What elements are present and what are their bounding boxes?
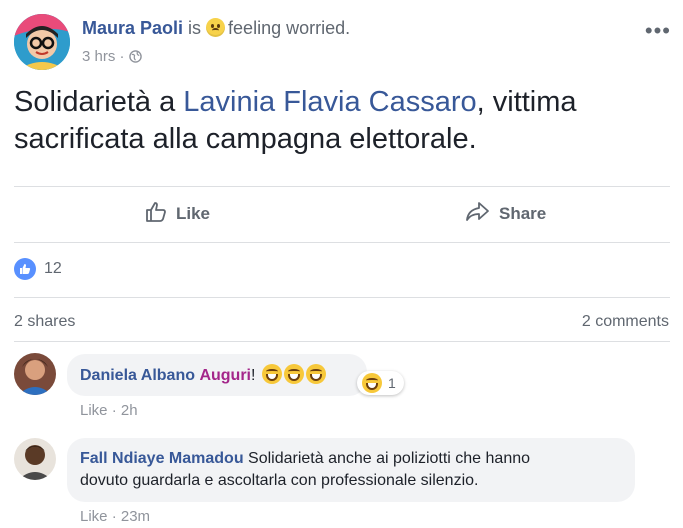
laughing-reaction-icon — [362, 373, 382, 393]
laughing-emoji-icon — [283, 364, 304, 384]
comment-meta-separator: · — [111, 402, 117, 419]
comment-bubble: Fall Ndiaye Mamadou Solidarietà anche ai… — [67, 438, 635, 502]
share-button[interactable]: Share — [465, 198, 546, 230]
post-author-name[interactable]: Maura Paoli — [82, 18, 183, 38]
comment-author[interactable]: Fall Ndiaye Mamadou — [80, 450, 244, 467]
like-button[interactable]: Like — [144, 198, 210, 230]
comment-mention[interactable]: Auguri — [199, 367, 251, 384]
post-text-before: Solidarietà a — [14, 86, 184, 118]
comment-meta-separator: · — [111, 508, 117, 525]
comment-like-link[interactable]: Like — [80, 402, 108, 419]
comment-meta: Like · 2h — [80, 402, 138, 419]
comment-time[interactable]: 23m — [121, 508, 150, 525]
comment-time[interactable]: 2h — [121, 402, 138, 419]
divider — [14, 242, 670, 243]
thumbs-up-icon — [144, 200, 168, 229]
comment-text-line1: Solidarietà anche ai poliziotti che hann… — [248, 450, 531, 467]
like-label: Like — [176, 204, 211, 223]
comments-count[interactable]: 2 comments — [582, 313, 669, 331]
divider — [14, 297, 670, 298]
post-meta: 3 hrs · — [82, 48, 142, 67]
worried-emoji-icon — [206, 18, 226, 37]
reactions-count: 12 — [44, 260, 62, 277]
comment-like-link[interactable]: Like — [80, 508, 108, 525]
more-options-icon[interactable]: ••• — [645, 18, 671, 44]
commenter-avatar[interactable] — [14, 353, 56, 395]
comment-reaction-count: 1 — [388, 375, 396, 391]
share-label: Share — [499, 204, 547, 223]
divider — [14, 186, 670, 187]
reactions-summary[interactable]: 12 — [14, 258, 62, 280]
tagged-person-link[interactable]: Lavinia Flavia Cassaro — [183, 86, 476, 118]
like-reaction-icon — [14, 258, 36, 280]
comment-bubble: Daniela Albano Auguri! — [67, 354, 367, 396]
commenter-avatar[interactable] — [14, 438, 56, 480]
globe-icon[interactable] — [128, 50, 142, 67]
post-header-line: Maura Paoli is feeling worried. — [82, 18, 350, 39]
comment-reaction-chip[interactable]: 1 — [357, 371, 404, 395]
feeling-text: feeling worried. — [228, 18, 351, 38]
laughing-emoji-icon — [305, 364, 326, 384]
laughing-emoji-icon — [261, 364, 282, 384]
post-time[interactable]: 3 hrs — [82, 48, 115, 65]
divider — [14, 341, 670, 342]
post-text: Solidarietà a Lavinia Flavia Cassaro, vi… — [14, 84, 674, 158]
comment-author[interactable]: Daniela Albano — [80, 367, 195, 384]
comment-meta: Like · 23m — [80, 508, 150, 525]
comment-punct: ! — [250, 367, 256, 384]
author-avatar[interactable] — [14, 14, 70, 70]
is-text: is — [188, 18, 202, 38]
share-arrow-icon — [465, 200, 491, 229]
shares-count[interactable]: 2 shares — [14, 313, 75, 331]
meta-separator: · — [119, 48, 125, 65]
comment-text-line2: dovuto guardarla e ascoltarla con profes… — [80, 472, 479, 489]
